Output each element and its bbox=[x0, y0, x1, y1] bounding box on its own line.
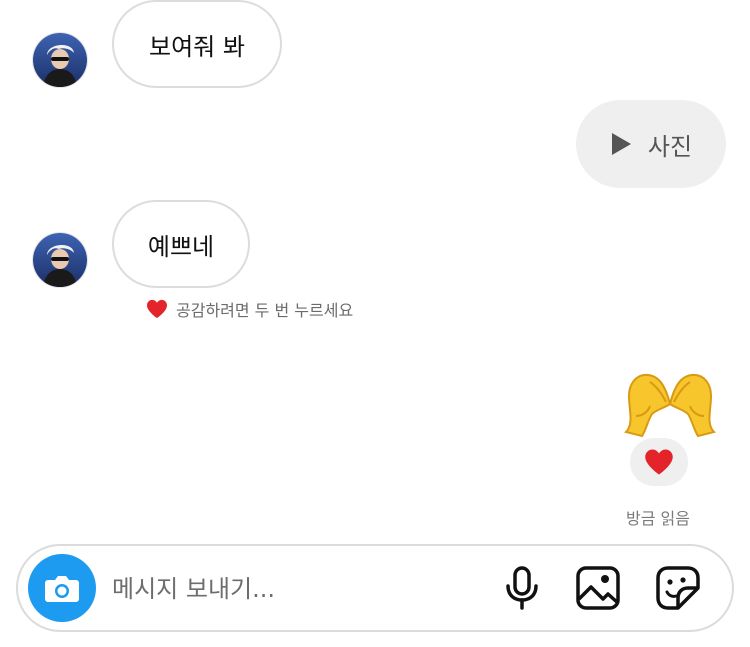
sticker-button[interactable] bbox=[654, 564, 702, 612]
double-tap-hint: 공감하려면 두 번 누르세요 bbox=[146, 297, 353, 321]
message-text: 예쁘네 bbox=[147, 232, 215, 261]
image-icon bbox=[576, 566, 620, 610]
message-bubble-received[interactable]: 보여줘 봐 bbox=[112, 0, 282, 88]
gallery-button[interactable] bbox=[574, 564, 622, 612]
heart-hands-emoji[interactable] bbox=[620, 370, 720, 438]
message-composer bbox=[16, 544, 734, 632]
avatar-image bbox=[33, 233, 87, 287]
play-icon bbox=[611, 133, 631, 155]
read-receipt: 방금 읽음 bbox=[626, 509, 690, 528]
media-label: 사진 bbox=[647, 132, 693, 161]
media-message-bubble[interactable]: 사진 bbox=[576, 100, 726, 188]
microphone-button[interactable] bbox=[500, 564, 544, 612]
camera-icon bbox=[45, 576, 79, 602]
message-bubble-received[interactable]: 예쁘네 bbox=[112, 200, 250, 288]
reaction-badge[interactable] bbox=[630, 438, 688, 486]
message-input[interactable] bbox=[110, 566, 484, 612]
heart-icon bbox=[147, 299, 167, 319]
camera-button[interactable] bbox=[28, 554, 96, 622]
avatar-image bbox=[33, 33, 87, 87]
heart-reaction-icon bbox=[645, 449, 673, 475]
sticker-icon bbox=[656, 566, 700, 610]
message-text: 보여줘 봐 bbox=[149, 32, 245, 61]
microphone-icon bbox=[506, 566, 538, 610]
hint-text: 공감하려면 두 번 누르세요 bbox=[176, 301, 354, 320]
avatar[interactable] bbox=[33, 33, 87, 87]
avatar[interactable] bbox=[33, 233, 87, 287]
